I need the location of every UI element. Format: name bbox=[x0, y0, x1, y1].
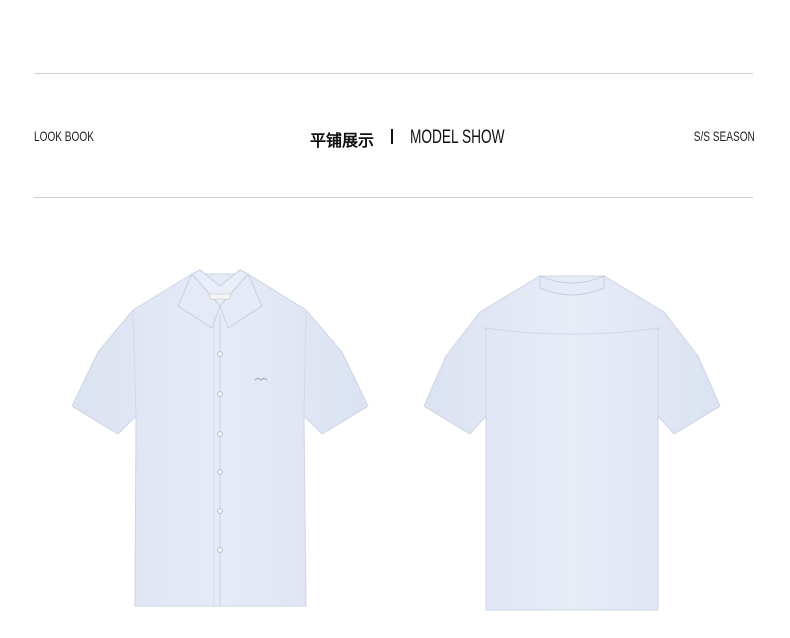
season-label: S/S SEASON bbox=[693, 128, 755, 144]
shirt-back-image bbox=[422, 266, 722, 618]
top-divider bbox=[34, 73, 753, 74]
shirt-back-icon bbox=[423, 275, 721, 611]
section-header: LOOK BOOK 平铺展示 MODEL SHOW S/S SEASON bbox=[34, 126, 755, 150]
title-en: MODEL SHOW bbox=[410, 127, 505, 148]
shirt-front-image bbox=[70, 266, 370, 618]
look-book-label: LOOK BOOK bbox=[34, 128, 94, 144]
bottom-divider bbox=[34, 197, 753, 198]
shirt-front-icon bbox=[71, 269, 369, 607]
title-separator bbox=[391, 129, 393, 144]
title-cn: 平铺展示 bbox=[310, 133, 375, 150]
